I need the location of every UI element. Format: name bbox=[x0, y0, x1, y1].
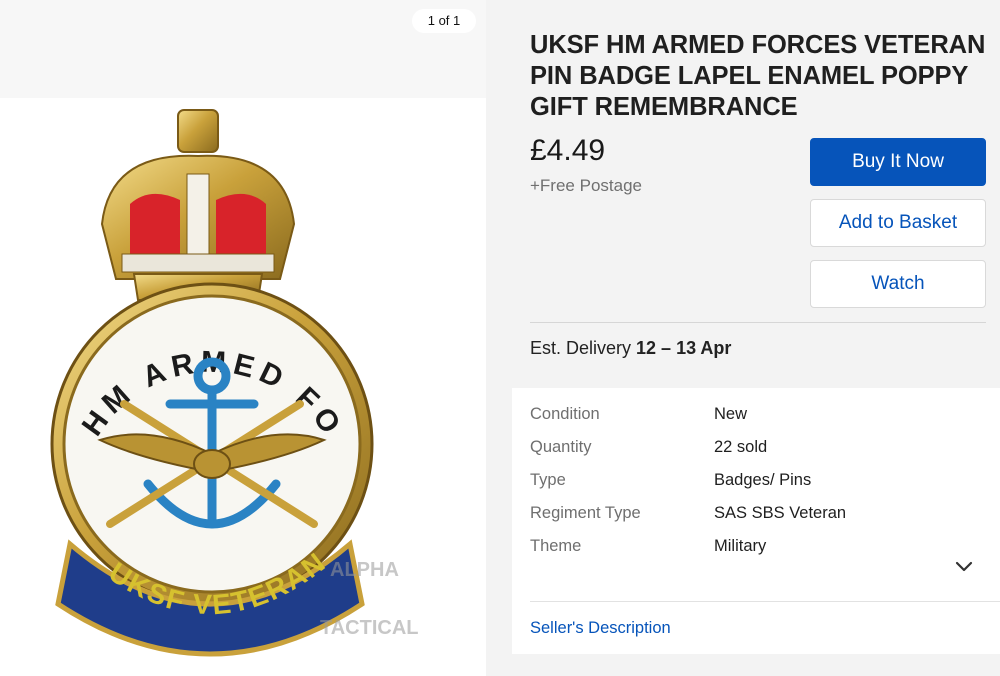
spec-label: Condition bbox=[530, 405, 600, 423]
spec-value: 22 sold bbox=[714, 438, 768, 456]
divider bbox=[530, 322, 986, 323]
spec-label: Quantity bbox=[530, 438, 592, 456]
item-specifics: Condition New Quantity 22 sold Type Badg… bbox=[512, 388, 1000, 654]
svg-text:TACTICAL: TACTICAL bbox=[320, 617, 419, 639]
spec-label: Type bbox=[530, 471, 566, 489]
spec-row-regiment-type: Regiment Type SAS SBS Veteran bbox=[530, 504, 990, 526]
delivery-label: Est. Delivery bbox=[530, 338, 637, 358]
spec-value: Badges/ Pins bbox=[714, 471, 812, 489]
image-counter: 1 of 1 bbox=[412, 9, 476, 33]
spec-value: SAS SBS Veteran bbox=[714, 504, 847, 522]
price: £4.49 bbox=[530, 134, 606, 167]
sellers-description-link[interactable]: Seller's Description bbox=[530, 619, 671, 638]
delivery-dates: 12 – 13 Apr bbox=[636, 338, 732, 358]
postage-info: +Free Postage bbox=[530, 176, 642, 195]
spec-row-type: Type Badges/ Pins bbox=[530, 471, 990, 493]
watch-button[interactable]: Watch bbox=[810, 260, 986, 308]
spec-row-condition: Condition New bbox=[530, 405, 990, 427]
image-gallery[interactable]: 1 of 1 HM ARMED FORCES bbox=[0, 0, 486, 676]
listing-title: UKSF HM ARMED FORCES VETERAN PIN BADGE L… bbox=[530, 31, 986, 121]
spec-row-quantity: Quantity 22 sold bbox=[530, 438, 990, 460]
spec-value: Military bbox=[714, 537, 767, 555]
spec-label: Regiment Type bbox=[530, 504, 641, 522]
product-image[interactable]: HM ARMED FORCES UKSF VETERAN ALPHA T bbox=[30, 104, 450, 664]
spec-row-theme: Theme Military bbox=[530, 537, 990, 559]
spec-value: New bbox=[714, 405, 748, 423]
spec-label: Theme bbox=[530, 537, 582, 555]
delivery-estimate: Est. Delivery 12 – 13 Apr bbox=[530, 338, 731, 359]
buy-it-now-button[interactable]: Buy It Now bbox=[810, 138, 986, 186]
chevron-down-icon[interactable] bbox=[954, 560, 974, 574]
svg-text:ALPHA: ALPHA bbox=[330, 559, 399, 581]
crown-icon bbox=[100, 109, 296, 301]
divider bbox=[530, 601, 1000, 602]
add-to-basket-button[interactable]: Add to Basket bbox=[810, 199, 986, 247]
